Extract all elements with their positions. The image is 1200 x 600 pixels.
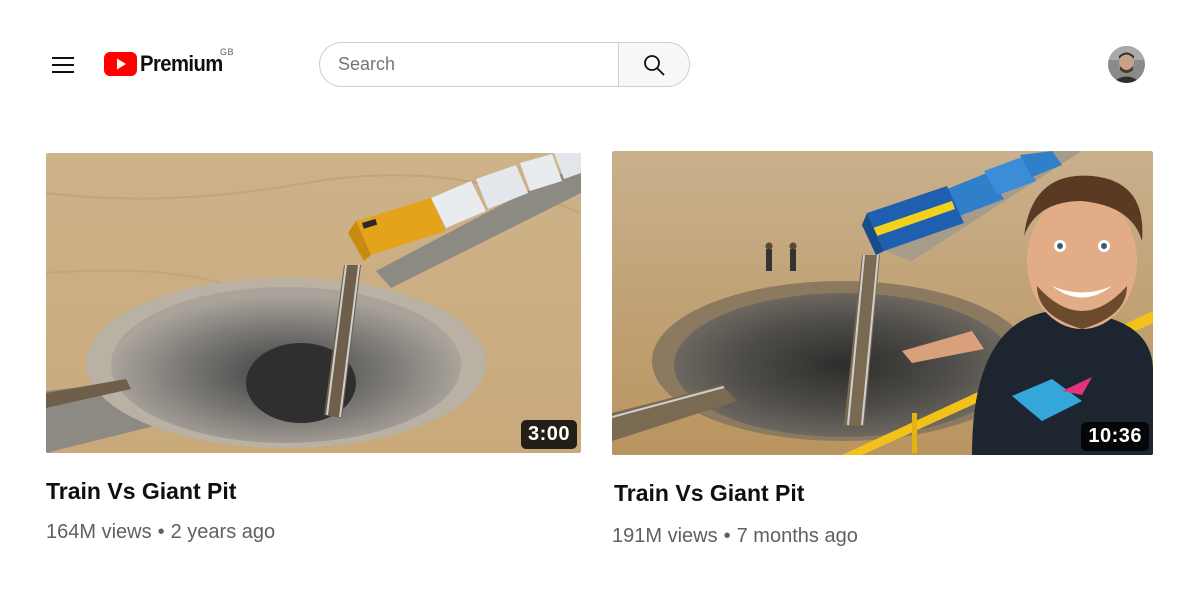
train-pit-thumbnail-image — [612, 151, 1153, 455]
video-thumbnail[interactable]: 3:00 — [46, 153, 581, 453]
video-duration: 3:00 — [520, 420, 577, 449]
youtube-premium-logo[interactable]: Premium — [104, 50, 230, 78]
masthead: Premium GB — [0, 0, 1200, 130]
avatar-image — [1108, 46, 1145, 83]
search-input[interactable] — [338, 54, 618, 75]
region-code: GB — [220, 47, 235, 57]
upload-age: 7 months ago — [736, 525, 858, 547]
search-button[interactable] — [618, 42, 690, 87]
video-title[interactable]: Train Vs Giant Pit — [614, 480, 804, 507]
logo-text: Premium — [140, 51, 223, 76]
video-thumbnail[interactable]: 10:36 — [612, 151, 1153, 455]
view-count: 164M views — [46, 521, 152, 543]
video-metadata: 191M views • 7 months ago — [612, 525, 858, 548]
view-count: 191M views — [612, 525, 718, 547]
train-pit-thumbnail-image — [46, 153, 581, 453]
meta-separator: • — [723, 525, 731, 547]
magnifier-icon — [644, 54, 665, 75]
meta-separator: • — [157, 521, 165, 543]
upload-age: 2 years ago — [170, 521, 276, 543]
hamburger-icon — [52, 57, 74, 73]
video-title[interactable]: Train Vs Giant Pit — [46, 478, 236, 505]
video-metadata: 164M views • 2 years ago — [46, 521, 275, 544]
youtube-play-icon — [104, 52, 137, 76]
video-duration: 10:36 — [1081, 422, 1149, 451]
search-box — [319, 42, 618, 87]
account-avatar[interactable] — [1108, 46, 1145, 83]
guide-menu-button[interactable] — [44, 46, 82, 84]
